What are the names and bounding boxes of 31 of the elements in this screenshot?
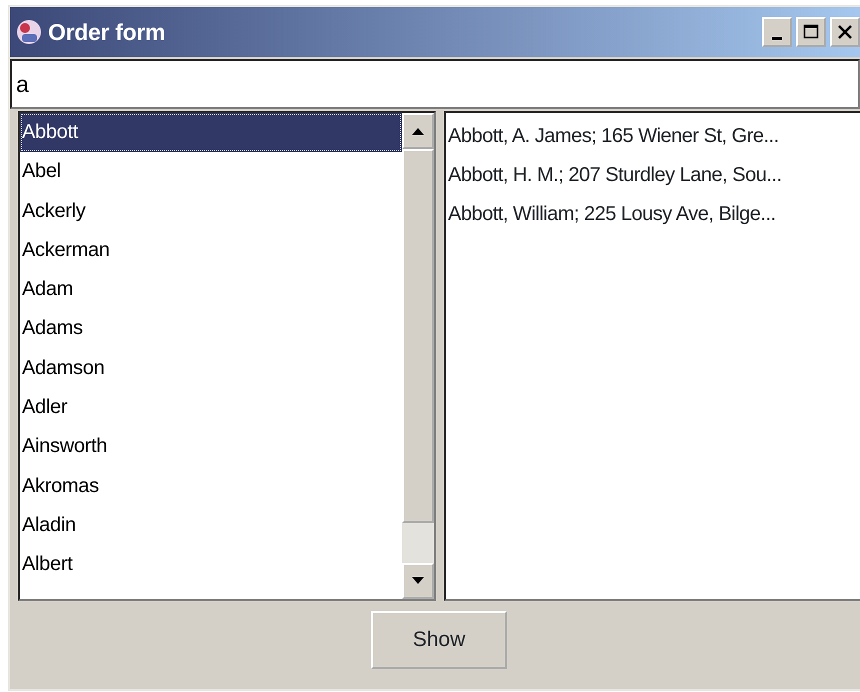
- name-item[interactable]: Abbott: [20, 113, 402, 152]
- name-item[interactable]: Aladin: [20, 506, 402, 546]
- down-arrow-icon: [411, 577, 425, 585]
- up-arrow-icon: [411, 127, 425, 135]
- name-item[interactable]: Adler: [20, 388, 402, 428]
- name-item[interactable]: Ainsworth: [20, 427, 402, 467]
- name-item[interactable]: Adam: [20, 270, 402, 310]
- name-item[interactable]: Adamson: [20, 348, 402, 388]
- minimize-button[interactable]: [762, 17, 792, 47]
- name-item[interactable]: Ackerly: [20, 192, 402, 231]
- result-item[interactable]: Abbott, H. M.; 207 Sturdley Lane, Sou...: [448, 156, 860, 195]
- show-button[interactable]: Show: [371, 611, 507, 669]
- maximize-icon: [803, 24, 819, 40]
- maximize-button[interactable]: [796, 17, 826, 47]
- minimize-icon: [772, 36, 782, 40]
- name-item[interactable]: Ackerman: [20, 230, 402, 270]
- scrollbar[interactable]: [402, 113, 434, 599]
- name-item[interactable]: Abel: [20, 152, 402, 192]
- result-item[interactable]: Abbott, William; 225 Lousy Ave, Bilge...: [448, 195, 860, 234]
- scroll-up-button[interactable]: [402, 113, 434, 149]
- scroll-down-button[interactable]: [402, 563, 434, 599]
- result-item[interactable]: Abbott, A. James; 165 Wiener St, Gre...: [448, 117, 860, 156]
- scroll-thumb[interactable]: [402, 149, 434, 523]
- name-item[interactable]: Adams: [20, 309, 402, 349]
- app-icon: [14, 17, 44, 47]
- close-button[interactable]: [830, 17, 860, 47]
- search-field[interactable]: a: [10, 59, 860, 109]
- name-item[interactable]: Akromas: [20, 466, 402, 506]
- close-icon: [837, 24, 853, 40]
- name-item[interactable]: Albert: [20, 545, 402, 585]
- window-title: Order form: [48, 18, 166, 47]
